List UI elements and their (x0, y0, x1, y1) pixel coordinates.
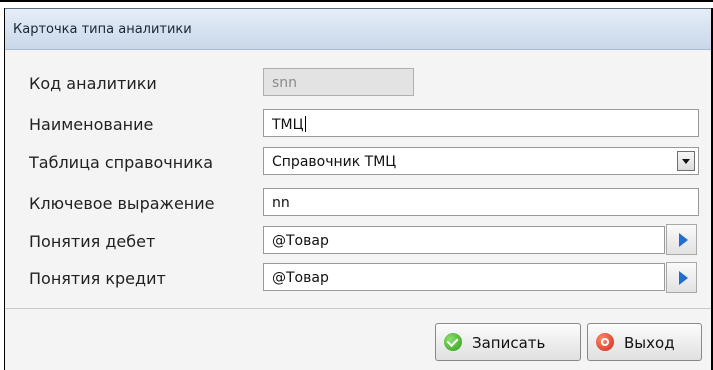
chevron-down-icon (682, 159, 690, 164)
name-field[interactable]: ТМЦ (263, 109, 699, 137)
dropdown-button[interactable] (677, 151, 695, 171)
window-title: Карточка типа аналитики (13, 22, 192, 37)
name-value: ТМЦ (272, 117, 304, 133)
debit-label: Понятия дебет (29, 232, 156, 251)
credit-value: @Товар (272, 270, 329, 286)
exit-button[interactable]: Выход (587, 323, 702, 361)
key-value: nn (272, 195, 290, 211)
footer-divider (5, 308, 711, 309)
save-button-label: Записать (472, 334, 546, 352)
code-label: Код аналитики (29, 74, 157, 93)
key-expression-field[interactable]: nn (263, 188, 699, 216)
credit-field[interactable]: @Товар (263, 263, 665, 291)
debit-value: @Товар (272, 233, 329, 249)
check-circle-icon (444, 333, 462, 351)
power-icon (596, 333, 614, 351)
code-field: snn (263, 68, 414, 96)
text-caret (304, 116, 306, 132)
credit-label: Понятия кредит (29, 269, 166, 288)
code-value: snn (272, 75, 298, 91)
debit-browse-button[interactable] (666, 224, 697, 255)
name-label: Наименование (29, 115, 154, 134)
table-value: Справочник ТМЦ (272, 154, 397, 170)
table-select[interactable]: Справочник ТМЦ (263, 147, 699, 175)
save-button[interactable]: Записать (435, 323, 581, 361)
exit-button-label: Выход (624, 334, 675, 352)
play-arrow-icon (679, 233, 688, 247)
top-border (0, 0, 713, 2)
analytics-type-dialog: Карточка типа аналитики Код аналитики sn… (5, 9, 711, 370)
credit-browse-button[interactable] (666, 262, 697, 293)
title-bar[interactable]: Карточка типа аналитики (5, 9, 711, 50)
play-arrow-icon (679, 271, 688, 285)
debit-field[interactable]: @Товар (263, 226, 665, 254)
key-label: Ключевое выражение (29, 194, 215, 213)
table-label: Таблица справочника (29, 153, 214, 172)
